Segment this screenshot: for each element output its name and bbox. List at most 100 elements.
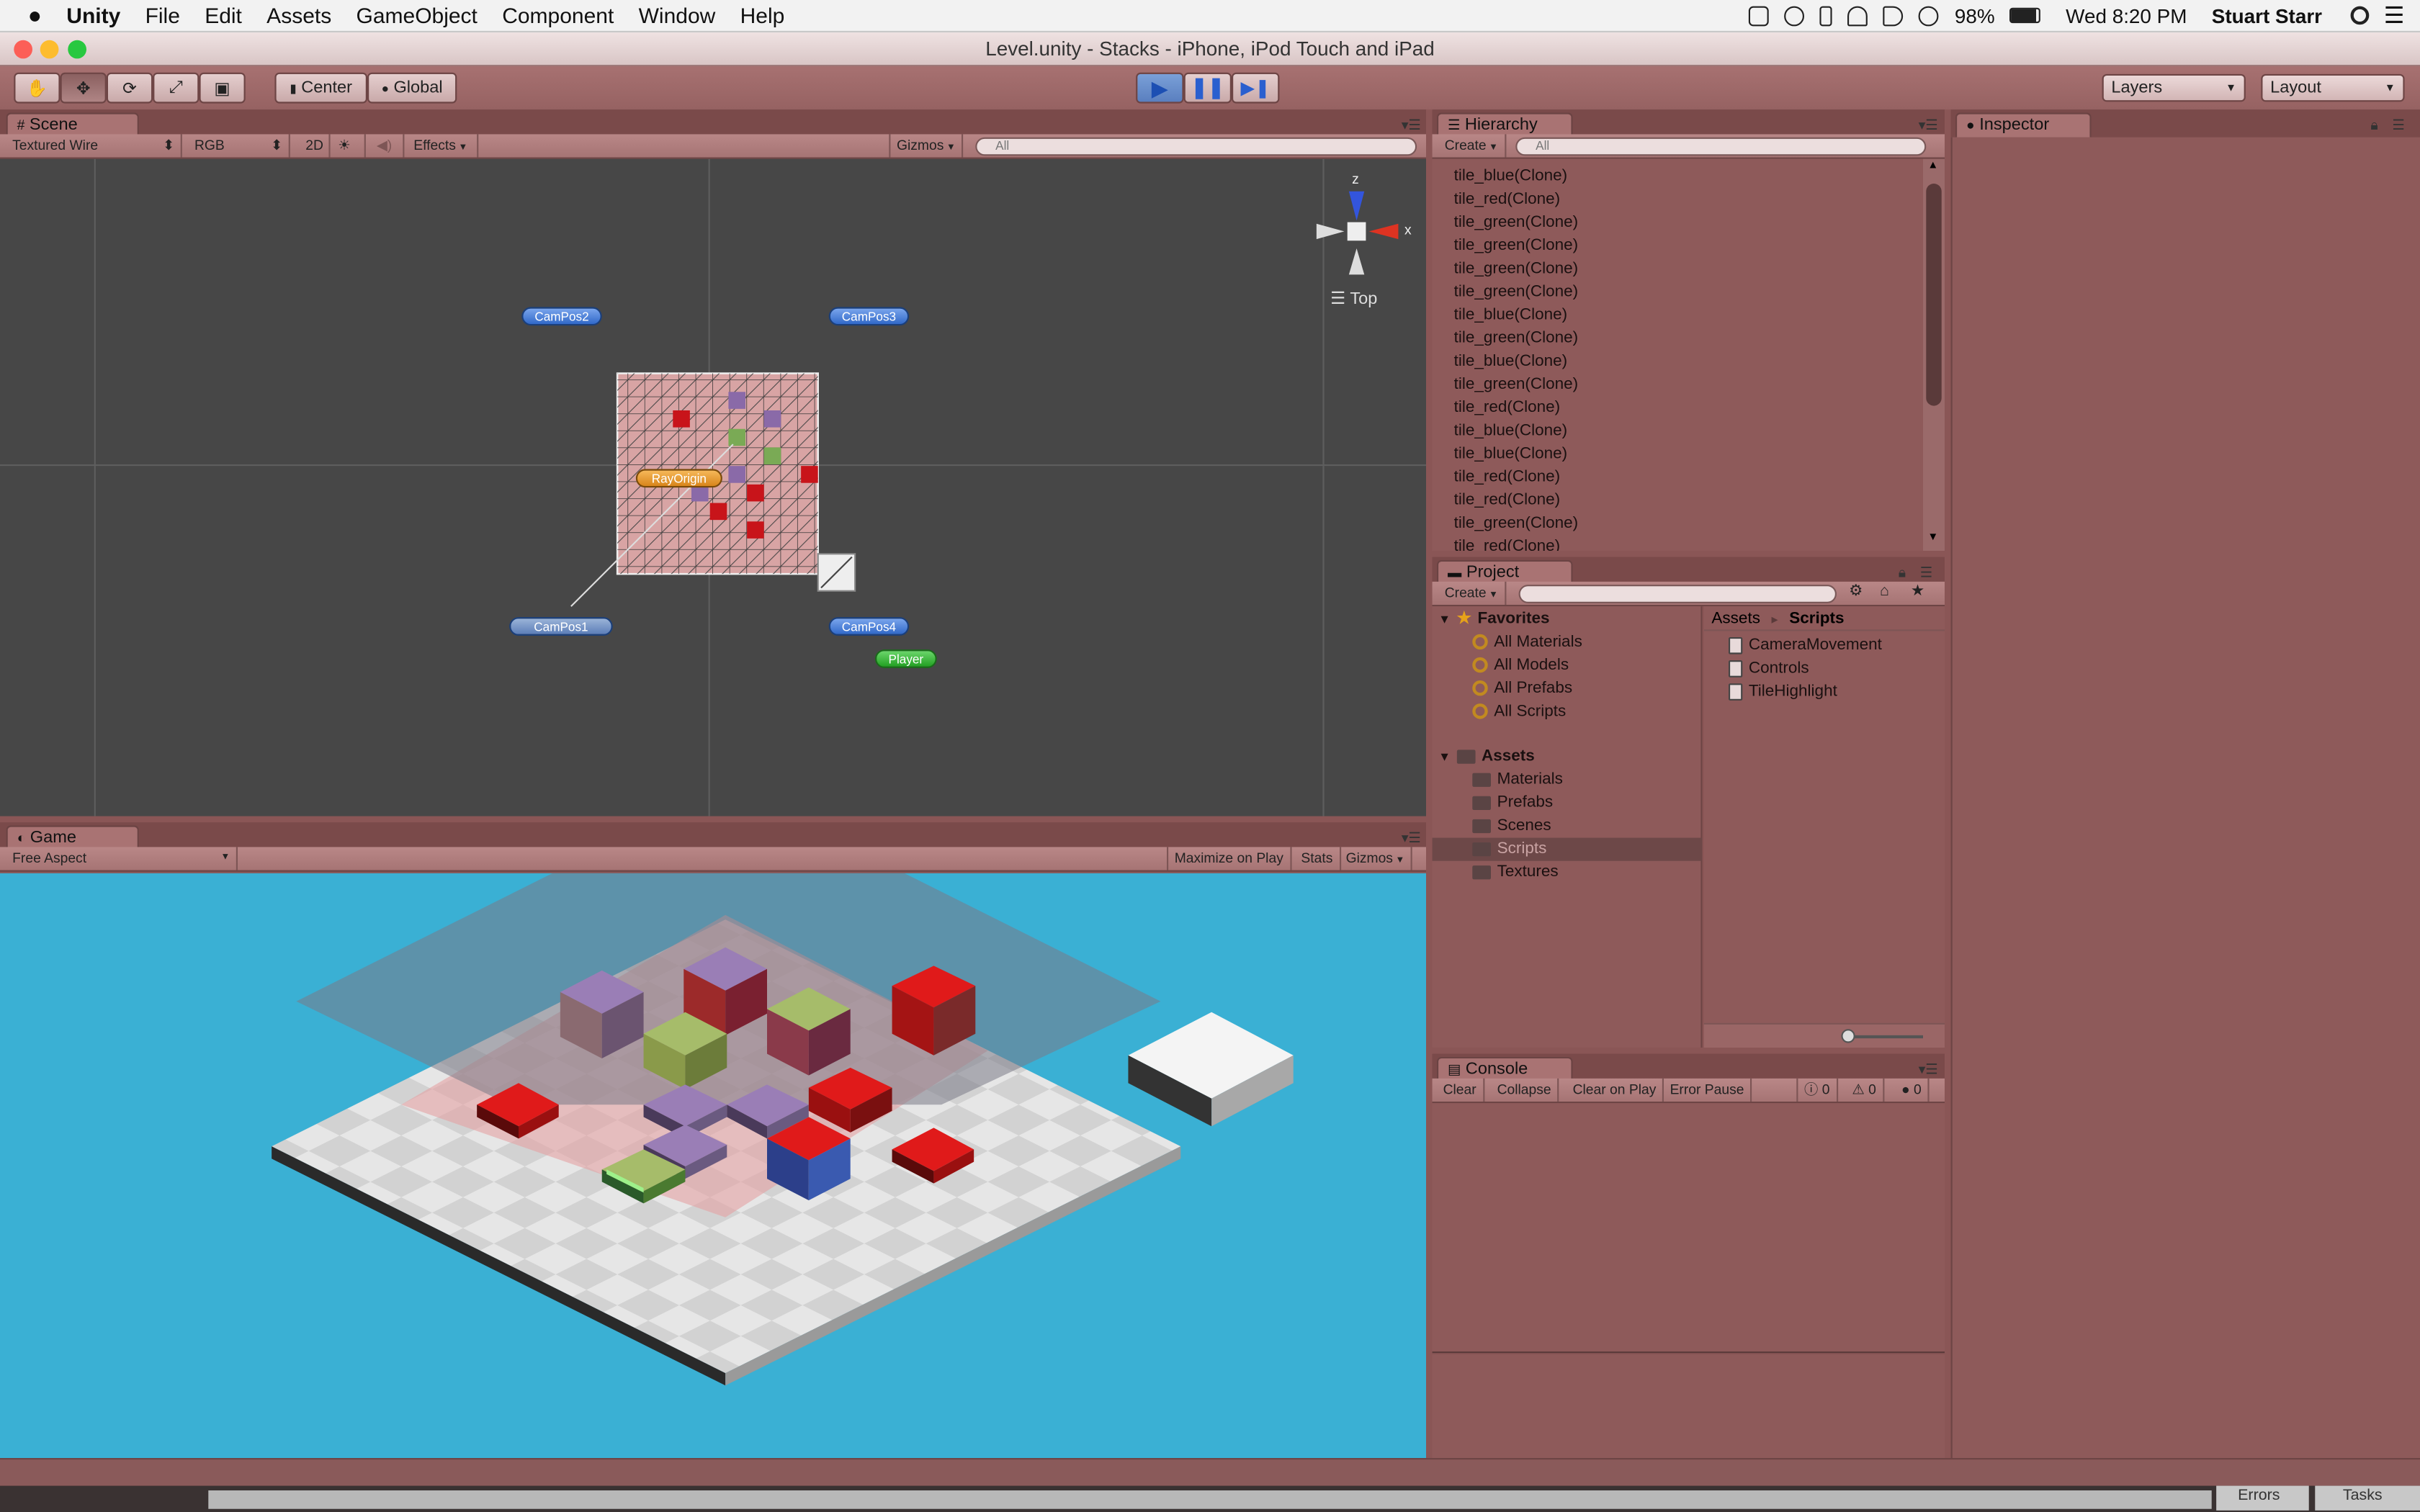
- hierarchy-create-dropdown[interactable]: Create ▼: [1438, 134, 1507, 158]
- list-item[interactable]: tile_blue(Clone): [1454, 166, 1568, 185]
- campos3-label[interactable]: CamPos3: [828, 307, 910, 326]
- scene-view[interactable]: z x ☰ Top CamPos2 CamPos3 CamPos1 CamPos…: [0, 158, 1426, 816]
- script-camera-movement[interactable]: CameraMovement: [1729, 636, 1882, 654]
- project-search-input[interactable]: [1518, 585, 1837, 603]
- scale-tool-button[interactable]: ⤢: [153, 72, 200, 104]
- list-item[interactable]: tile_green(Clone): [1454, 282, 1579, 301]
- step-button[interactable]: ▶❚: [1232, 72, 1280, 104]
- breadcrumb-root[interactable]: Assets: [1711, 609, 1760, 628]
- sync-icon[interactable]: [1785, 5, 1805, 26]
- close-window-icon[interactable]: [14, 40, 32, 59]
- tab-inspector[interactable]: ● Inspector: [1955, 112, 2092, 138]
- rayorigin-label[interactable]: RayOrigin: [635, 469, 722, 488]
- list-item[interactable]: tile_red(Clone): [1454, 490, 1561, 509]
- rect-tool-button[interactable]: ▣: [199, 72, 246, 104]
- clock[interactable]: Wed 8:20 PM: [2056, 4, 2196, 27]
- project-lock-icon[interactable]: 🔒︎: [1899, 564, 1906, 582]
- menu-window[interactable]: Window: [626, 3, 727, 27]
- rotate-tool-button[interactable]: ⟳: [106, 72, 153, 104]
- console-clear-button[interactable]: Clear: [1437, 1078, 1484, 1102]
- space-toggle-button[interactable]: ● Global: [367, 72, 457, 104]
- hierarchy-search-input[interactable]: All: [1515, 137, 1927, 156]
- scroll-up-icon[interactable]: ▲: [1927, 161, 1938, 171]
- list-item[interactable]: tile_red(Clone): [1454, 398, 1561, 417]
- game-panel-menu-icon[interactable]: ▾☰: [1402, 830, 1421, 847]
- render-mode-dropdown[interactable]: RGB ⬍: [188, 134, 290, 158]
- list-item[interactable]: tile_green(Clone): [1454, 236, 1579, 255]
- favorites-header[interactable]: ▼ ★ Favorites: [1438, 609, 1549, 628]
- folder-scenes[interactable]: Scenes: [1472, 816, 1551, 834]
- hand-tool-button[interactable]: ✋: [14, 72, 60, 104]
- list-item[interactable]: tile_green(Clone): [1454, 375, 1579, 394]
- battery-icon[interactable]: [2010, 7, 2041, 24]
- menu-gameobject[interactable]: GameObject: [344, 3, 490, 27]
- icon-size-slider[interactable]: [1845, 1035, 1923, 1039]
- error-filter-toggle[interactable]: ● 0: [1895, 1078, 1930, 1102]
- script-controls[interactable]: Controls: [1729, 659, 1809, 678]
- scene-panel-menu-icon[interactable]: ▾☰: [1402, 117, 1421, 135]
- draw-mode-dropdown[interactable]: Textured Wire ⬍: [6, 134, 182, 158]
- favorite-star-icon[interactable]: ★: [1911, 583, 1924, 600]
- folder-textures[interactable]: Textures: [1472, 863, 1559, 881]
- move-tool-button[interactable]: ✥: [60, 72, 107, 104]
- stats-toggle[interactable]: Stats: [1295, 847, 1341, 870]
- hierarchy-scroll-thumb[interactable]: [1926, 183, 1942, 406]
- pivot-toggle-button[interactable]: ▮ Center: [274, 72, 367, 104]
- assets-root[interactable]: ▼ Assets: [1438, 747, 1535, 765]
- audio-toggle-icon[interactable]: ◀): [370, 134, 405, 158]
- console-clear-on-play-toggle[interactable]: Clear on Play: [1567, 1078, 1664, 1102]
- dropbox-icon[interactable]: [1749, 5, 1770, 26]
- layers-dropdown[interactable]: Layers ▼: [2102, 73, 2246, 102]
- game-view[interactable]: [0, 873, 1426, 1458]
- menu-help[interactable]: Help: [727, 3, 797, 27]
- player-label[interactable]: Player: [875, 649, 937, 668]
- folder-materials[interactable]: Materials: [1472, 770, 1563, 788]
- scene-search-input[interactable]: All: [975, 137, 1417, 156]
- filter-type-icon[interactable]: ⚙: [1849, 583, 1863, 600]
- list-item[interactable]: tile_red(Clone): [1454, 467, 1561, 486]
- scroll-down-icon[interactable]: ▼: [1927, 532, 1938, 543]
- console-detail-area[interactable]: [1432, 1354, 1945, 1458]
- pause-button[interactable]: ❚❚: [1183, 72, 1232, 104]
- info-filter-toggle[interactable]: ⓘ 0: [1796, 1078, 1838, 1102]
- favorite-all-materials[interactable]: All Materials: [1472, 633, 1582, 651]
- volume-icon[interactable]: [1883, 5, 1904, 26]
- menu-file[interactable]: File: [133, 3, 192, 27]
- gizmo-projection-label[interactable]: ☰ Top: [1330, 289, 1377, 309]
- game-gizmos-dropdown[interactable]: Gizmos ▼: [1340, 847, 1412, 870]
- list-item[interactable]: tile_blue(Clone): [1454, 444, 1568, 463]
- breadcrumb-current[interactable]: Scripts: [1789, 609, 1844, 628]
- list-item[interactable]: tile_blue(Clone): [1454, 352, 1568, 371]
- folder-prefabs[interactable]: Prefabs: [1472, 793, 1553, 811]
- menu-app-unity[interactable]: Unity: [54, 3, 133, 27]
- console-error-pause-toggle[interactable]: Error Pause: [1664, 1078, 1752, 1102]
- hierarchy-panel-menu-icon[interactable]: ▾☰: [1919, 117, 1938, 135]
- list-item[interactable]: tile_blue(Clone): [1454, 421, 1568, 440]
- spotlight-search-icon[interactable]: [2349, 6, 2369, 25]
- script-tile-highlight[interactable]: TileHighlight: [1729, 682, 1837, 701]
- zoom-window-icon[interactable]: [68, 40, 86, 59]
- icon-size-slider-thumb[interactable]: [1841, 1029, 1855, 1043]
- list-item[interactable]: tile_green(Clone): [1454, 514, 1579, 533]
- aspect-dropdown[interactable]: Free Aspect ▼: [6, 847, 238, 870]
- hierarchy-scrollbar[interactable]: ▲ ▼: [1923, 158, 1945, 551]
- console-collapse-toggle[interactable]: Collapse: [1491, 1078, 1559, 1102]
- favorite-all-models[interactable]: All Models: [1472, 656, 1569, 674]
- list-item[interactable]: tile_green(Clone): [1454, 328, 1579, 347]
- campos1-label[interactable]: CamPos1: [509, 617, 613, 636]
- scene-gizmos-dropdown[interactable]: Gizmos ▼: [889, 134, 964, 158]
- filter-label-icon[interactable]: ⌂: [1880, 583, 1889, 600]
- bluetooth-icon[interactable]: [1820, 5, 1833, 26]
- campos4-label[interactable]: CamPos4: [828, 617, 910, 636]
- project-panel-menu-icon[interactable]: ☰: [1920, 564, 1932, 582]
- minimize-window-icon[interactable]: [40, 40, 59, 59]
- play-button[interactable]: ▶: [1136, 72, 1184, 104]
- effects-dropdown[interactable]: Effects ▼: [408, 134, 479, 158]
- folder-scripts[interactable]: Scripts: [1472, 840, 1546, 858]
- console-panel-menu-icon[interactable]: ▾☰: [1919, 1061, 1938, 1079]
- project-create-dropdown[interactable]: Create ▼: [1438, 581, 1507, 605]
- menu-component[interactable]: Component: [490, 3, 626, 27]
- warning-filter-toggle[interactable]: ⚠ 0: [1846, 1078, 1884, 1102]
- console-log-area[interactable]: [1432, 1103, 1945, 1354]
- dock-tasks[interactable]: Tasks: [2315, 1485, 2420, 1511]
